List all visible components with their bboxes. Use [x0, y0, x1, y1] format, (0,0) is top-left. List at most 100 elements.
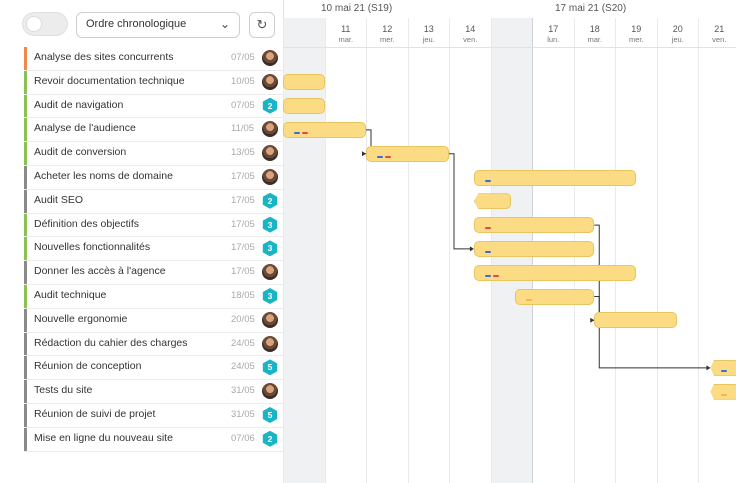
task-date: 24/05: [231, 361, 255, 373]
team-badge-icon[interactable]: 5: [262, 359, 278, 376]
task-row[interactable]: Tests du site 31/05: [24, 380, 283, 404]
task-status-bar: [24, 308, 27, 332]
task-status-bar: [24, 189, 27, 213]
task-date: 10/05: [231, 75, 255, 87]
progress-marker: [302, 131, 308, 134]
task-name: Mise en ligne du nouveau site: [34, 431, 173, 444]
task-name: Revoir documentation technique: [34, 74, 185, 87]
avatar[interactable]: [262, 168, 278, 185]
task-status-bar: [24, 213, 27, 237]
progress-marker: [492, 274, 499, 277]
task-row[interactable]: Nouvelle ergonomie 20/05: [24, 308, 283, 333]
gantt-bar[interactable]: [710, 359, 736, 376]
task-row[interactable]: Mise en ligne du nouveau site 07/06 2: [24, 427, 283, 452]
avatar[interactable]: [262, 50, 278, 66]
refresh-icon: ↻: [256, 17, 268, 32]
task-name: Définition des objectifs: [34, 217, 140, 230]
gantt-bar[interactable]: [515, 288, 595, 305]
gantt-bar[interactable]: [283, 121, 366, 138]
task-row[interactable]: Audit technique 18/05 3: [24, 284, 283, 309]
task-name: Nouvelles fonctionnalités: [34, 241, 151, 254]
task-name: Donner les accès à l'agence: [34, 265, 166, 278]
task-date: 17/05: [231, 170, 255, 182]
task-name: Rédaction du cahier des charges: [34, 336, 188, 349]
view-toggle[interactable]: [22, 12, 68, 36]
avatar[interactable]: [262, 264, 278, 281]
task-row[interactable]: Réunion de suivi de projet 31/05 5: [24, 403, 283, 428]
task-date: 24/05: [231, 337, 255, 349]
team-badge-icon[interactable]: 2: [262, 97, 278, 114]
gantt-bar[interactable]: [473, 169, 636, 186]
sort-select[interactable]: Ordre chronologique ⌄: [76, 12, 240, 38]
gantt-bar[interactable]: [473, 264, 636, 281]
progress-marker: [721, 393, 728, 396]
team-badge-icon[interactable]: 2: [262, 192, 278, 209]
avatar[interactable]: [262, 73, 278, 90]
task-row[interactable]: Audit SEO 17/05 2: [24, 189, 283, 214]
avatar[interactable]: [262, 335, 278, 352]
gantt-bar[interactable]: [710, 383, 736, 400]
toolbar: Ordre chronologique ⌄ ↻: [0, 0, 283, 47]
team-badge-icon[interactable]: 5: [262, 406, 278, 423]
refresh-button[interactable]: ↻: [249, 12, 275, 38]
task-status-bar: [24, 427, 27, 451]
task-row[interactable]: Audit de conversion 13/05: [24, 142, 283, 166]
task-name: Audit de conversion: [34, 146, 127, 159]
task-name: Audit SEO: [34, 193, 84, 206]
team-badge-icon[interactable]: 3: [262, 216, 278, 233]
task-status-bar: [24, 70, 27, 94]
progress-marker: [484, 250, 491, 253]
task-date: 07/05: [231, 99, 255, 111]
gantt-bar[interactable]: [283, 98, 325, 115]
task-row[interactable]: Réunion de conception 24/05 5: [24, 356, 283, 381]
progress-marker: [526, 298, 533, 301]
gantt-bar[interactable]: [473, 217, 595, 234]
team-badge-icon[interactable]: 2: [262, 430, 278, 447]
task-name: Audit technique: [34, 288, 107, 301]
gantt-bar[interactable]: [283, 74, 325, 91]
task-row[interactable]: Revoir documentation technique 10/05: [24, 70, 283, 95]
avatar[interactable]: [262, 311, 278, 328]
task-row[interactable]: Audit de navigation 07/05 2: [24, 94, 283, 119]
progress-marker: [721, 369, 728, 372]
task-date: 17/05: [231, 242, 255, 254]
task-name: Acheter les noms de domaine: [34, 169, 173, 182]
task-name: Audit de navigation: [34, 98, 124, 111]
task-row[interactable]: Acheter les noms de domaine 17/05: [24, 165, 283, 190]
progress-marker: [484, 179, 491, 182]
task-list: Analyse des sites concurrents 07/05 Revoir…: [24, 47, 283, 452]
task-row[interactable]: Analyse de l'audience 11/05: [24, 118, 283, 143]
task-date: 31/05: [231, 385, 255, 397]
avatar[interactable]: [262, 383, 278, 400]
task-row[interactable]: Donner les accès à l'agence 17/05: [24, 261, 283, 285]
task-date: 20/05: [231, 313, 255, 325]
task-date: 17/05: [231, 266, 255, 278]
task-date: 17/05: [231, 218, 255, 230]
task-name: Réunion de conception: [34, 360, 142, 373]
task-row[interactable]: Définition des objectifs 17/05 3: [24, 213, 283, 238]
task-row[interactable]: Nouvelles fonctionnalités 17/05 3: [24, 237, 283, 262]
dependency-link: [594, 224, 709, 369]
team-badge-icon[interactable]: 3: [262, 240, 278, 257]
progress-marker: [484, 274, 491, 277]
progress-marker: [377, 155, 383, 158]
team-badge-icon[interactable]: 3: [262, 287, 278, 304]
task-name: Analyse des sites concurrents: [34, 51, 174, 63]
avatar[interactable]: [262, 121, 278, 138]
task-date: 18/05: [231, 289, 255, 301]
task-row[interactable]: Analyse des sites concurrents 07/05: [24, 47, 283, 71]
gantt-bar[interactable]: [366, 145, 449, 162]
progress-marker: [385, 155, 391, 158]
sort-select-value: Ordre chronologique: [86, 18, 187, 30]
task-row[interactable]: Rédaction du cahier des charges 24/05: [24, 332, 283, 357]
task-name: Analyse de l'audience: [34, 122, 136, 135]
task-name: Tests du site: [34, 384, 93, 397]
gantt-bar[interactable]: [473, 240, 595, 257]
gantt-bar[interactable]: [594, 312, 678, 329]
task-status-bar: [24, 47, 27, 70]
task-status-bar: [24, 403, 27, 427]
gantt-bar[interactable]: [473, 193, 512, 210]
avatar[interactable]: [262, 145, 278, 162]
task-status-bar: [24, 165, 27, 189]
progress-marker: [294, 131, 300, 134]
